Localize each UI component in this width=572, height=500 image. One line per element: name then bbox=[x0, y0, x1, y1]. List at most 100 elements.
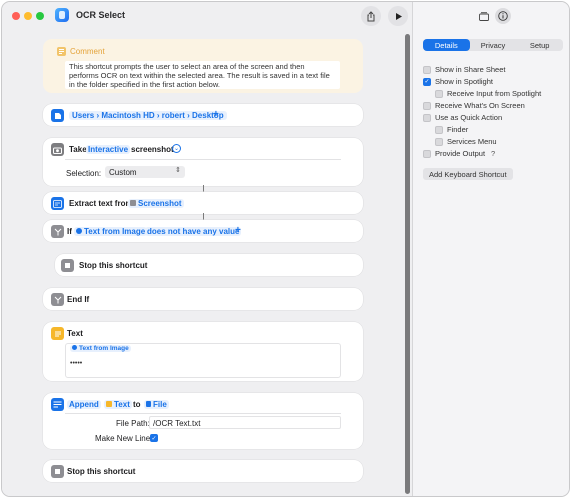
stop-icon bbox=[61, 259, 74, 272]
folder-path-chip[interactable]: Users › Macintosh HD › robert › Desktop bbox=[69, 111, 227, 120]
take-screenshot-card[interactable]: Take Interactive screenshot ⌄ Selection:… bbox=[43, 138, 363, 186]
text-action-card[interactable]: Text Text from Image ••••• bbox=[43, 322, 363, 381]
file-path-input[interactable]: /OCR Text.txt bbox=[149, 416, 341, 429]
file-target-chip[interactable]: File bbox=[144, 400, 169, 409]
tab-setup[interactable]: Setup bbox=[516, 39, 563, 51]
option-show-in-spotlight[interactable]: ✓ Show in Spotlight bbox=[423, 77, 493, 86]
add-condition-button[interactable]: + bbox=[235, 225, 241, 236]
tab-privacy[interactable]: Privacy bbox=[470, 39, 517, 51]
checkbox[interactable] bbox=[435, 89, 443, 98]
if-condition-chip[interactable]: does not have any value bbox=[145, 227, 242, 236]
stop-shortcut-card-nested[interactable]: Stop this shortcut bbox=[55, 254, 363, 276]
option-receive-whats-on-screen[interactable]: Receive What's On Screen bbox=[423, 101, 525, 110]
title-bar: OCR Select bbox=[2, 2, 412, 30]
checkbox[interactable]: ✓ bbox=[423, 77, 431, 86]
comment-text: This shortcut prompts the user to select… bbox=[69, 62, 330, 89]
text-content-field[interactable]: Text from Image ••••• bbox=[65, 343, 341, 378]
append-to-file-card[interactable]: Append Text to File File Path: /OCR Text… bbox=[43, 393, 363, 449]
append-file-icon bbox=[51, 398, 64, 411]
option-use-as-quick-action[interactable]: Use as Quick Action bbox=[423, 113, 502, 122]
comment-body[interactable]: This shortcut prompts the user to select… bbox=[65, 61, 340, 89]
option-services-menu[interactable]: Services Menu bbox=[435, 137, 497, 146]
end-if-card[interactable]: End If bbox=[43, 288, 363, 310]
text-content-value: ••••• bbox=[70, 360, 83, 367]
run-button[interactable] bbox=[388, 6, 408, 26]
screenshot-mode-chip[interactable]: Interactive bbox=[86, 145, 131, 154]
zoom-window-button[interactable] bbox=[36, 12, 44, 20]
library-icon bbox=[479, 11, 489, 21]
flow-connector bbox=[203, 185, 204, 192]
folder-action-card[interactable]: Users › Macintosh HD › robert › Desktop … bbox=[43, 104, 363, 126]
text-variable-label: Text from Image bbox=[79, 345, 129, 352]
comment-card[interactable]: Comment This shortcut prompts the user t… bbox=[43, 39, 363, 93]
help-icon[interactable]: ? bbox=[491, 149, 495, 158]
option-label: Show in Share Sheet bbox=[435, 65, 506, 74]
option-label: Finder bbox=[447, 125, 469, 134]
file-path-label: File Path: bbox=[116, 419, 150, 428]
divider bbox=[65, 159, 341, 160]
checkbox[interactable] bbox=[423, 65, 431, 74]
extract-text-card[interactable]: Extract text from Screenshot bbox=[43, 192, 363, 214]
text-icon bbox=[51, 327, 64, 340]
stop-shortcut-card[interactable]: Stop this shortcut bbox=[43, 460, 363, 482]
append-to-label: to bbox=[133, 400, 141, 409]
if-action-card[interactable]: If Text from Image does not have any val… bbox=[43, 220, 363, 242]
selection-label: Selection: bbox=[66, 169, 102, 178]
variable-icon bbox=[72, 345, 77, 350]
file-icon bbox=[146, 401, 151, 407]
checkbox[interactable] bbox=[423, 113, 431, 122]
option-finder[interactable]: Finder bbox=[435, 125, 468, 134]
file-target-label: File bbox=[153, 400, 167, 409]
option-label: Show in Spotlight bbox=[435, 77, 493, 86]
share-icon bbox=[367, 10, 375, 21]
option-show-in-share-sheet[interactable]: Show in Share Sheet bbox=[423, 65, 505, 74]
close-window-button[interactable] bbox=[12, 12, 20, 20]
image-variable-icon bbox=[130, 200, 136, 206]
checkbox[interactable] bbox=[423, 101, 431, 110]
play-icon bbox=[395, 12, 402, 20]
inspector-pane: Details Privacy Setup Show in Share Shee… bbox=[412, 2, 569, 496]
shortcuts-app-icon bbox=[55, 8, 69, 22]
text-variable-icon bbox=[106, 401, 112, 407]
shortcut-window: OCR Select Comment This shortcut prompts… bbox=[1, 1, 570, 497]
end-if-label: End If bbox=[67, 295, 90, 304]
divider bbox=[65, 413, 341, 414]
library-button[interactable] bbox=[476, 8, 492, 24]
screenshot-variable-label: Screenshot bbox=[138, 199, 182, 208]
option-provide-output[interactable]: Provide Output ? bbox=[423, 149, 495, 158]
option-label: Use as Quick Action bbox=[435, 113, 503, 122]
option-label: Services Menu bbox=[447, 137, 497, 146]
text-from-image-chip[interactable]: Text from Image bbox=[70, 345, 131, 352]
add-keyboard-shortcut-button[interactable]: Add Keyboard Shortcut bbox=[423, 168, 513, 180]
add-folder-parameter-button[interactable]: + bbox=[213, 109, 219, 120]
branch-end-icon bbox=[51, 293, 64, 306]
checkbox[interactable] bbox=[435, 125, 443, 134]
share-button[interactable] bbox=[361, 6, 381, 26]
info-button[interactable] bbox=[495, 8, 511, 24]
window-title: OCR Select bbox=[76, 10, 126, 20]
screenshot-object-label: screenshot bbox=[131, 145, 174, 154]
new-line-checkbox[interactable]: ✓ bbox=[150, 434, 158, 442]
append-verb[interactable]: Append bbox=[67, 400, 101, 409]
stop-label: Stop this shortcut bbox=[79, 261, 148, 270]
checkbox[interactable] bbox=[435, 137, 443, 146]
if-variable-chip[interactable]: Text from Image bbox=[74, 227, 148, 236]
editor-scrollbar[interactable] bbox=[405, 34, 410, 494]
branch-icon bbox=[51, 225, 64, 238]
minimize-window-button[interactable] bbox=[24, 12, 32, 20]
selection-dropdown[interactable]: Custom ⇕ bbox=[105, 166, 185, 178]
checkbox[interactable] bbox=[423, 149, 431, 158]
chevron-updown-icon: ⇕ bbox=[175, 167, 181, 174]
append-variable-chip[interactable]: Text bbox=[104, 400, 132, 409]
variable-icon bbox=[76, 228, 82, 234]
option-receive-input-from-spotlight[interactable]: Receive Input from Spotlight bbox=[435, 89, 541, 98]
text-label: Text bbox=[67, 329, 83, 338]
tab-details[interactable]: Details bbox=[423, 39, 470, 51]
inspector-tabs: Details Privacy Setup bbox=[423, 39, 563, 51]
new-line-label: Make New Line: bbox=[95, 434, 153, 443]
expand-options-icon[interactable]: ⌄ bbox=[172, 144, 181, 153]
append-variable-label: Text bbox=[114, 400, 130, 409]
screenshot-variable-chip[interactable]: Screenshot bbox=[128, 199, 184, 208]
folder-icon bbox=[51, 109, 64, 122]
selection-value: Custom bbox=[109, 168, 137, 177]
